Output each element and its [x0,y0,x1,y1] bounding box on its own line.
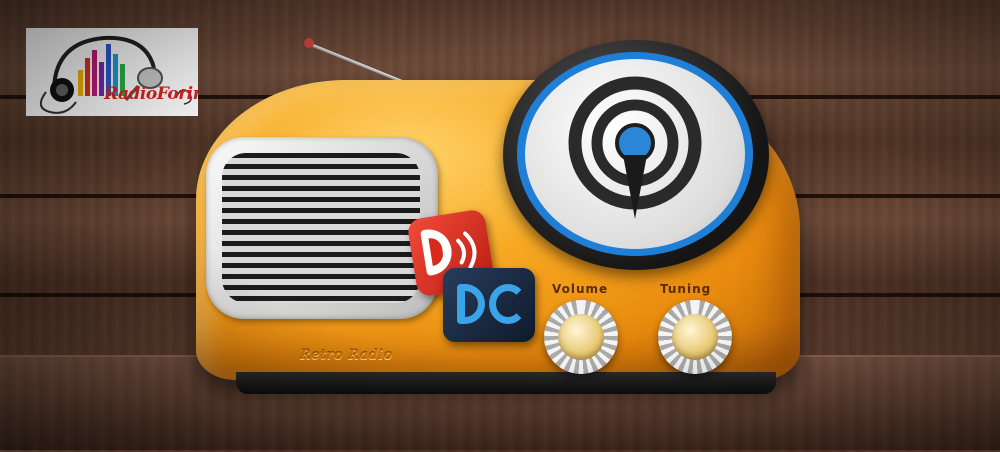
dc-d-letter-icon [457,284,485,324]
tuning-label: Tuning [660,282,712,296]
radioforing-logo: RadioForing [26,28,198,116]
speaker-slots [222,153,420,303]
tuning-knob-cap [672,314,718,360]
radio-brand-text: Retro Radio [300,348,393,363]
broadcast-signal-icon [568,76,702,219]
tuning-knob[interactable] [658,300,732,374]
logo-text: RadioForing [104,84,198,104]
radio-base [236,372,776,394]
volume-label: Volume [552,282,609,296]
antenna-tip [304,38,314,48]
dc-app-icon [443,268,535,342]
speaker-grille [206,137,438,319]
volume-knob-cap [558,314,604,360]
volume-knob[interactable] [544,300,618,374]
radio-dial [503,40,769,270]
dial-blue-ring [517,52,753,256]
dc-c-letter-icon [489,284,527,324]
dial-face [525,59,745,249]
